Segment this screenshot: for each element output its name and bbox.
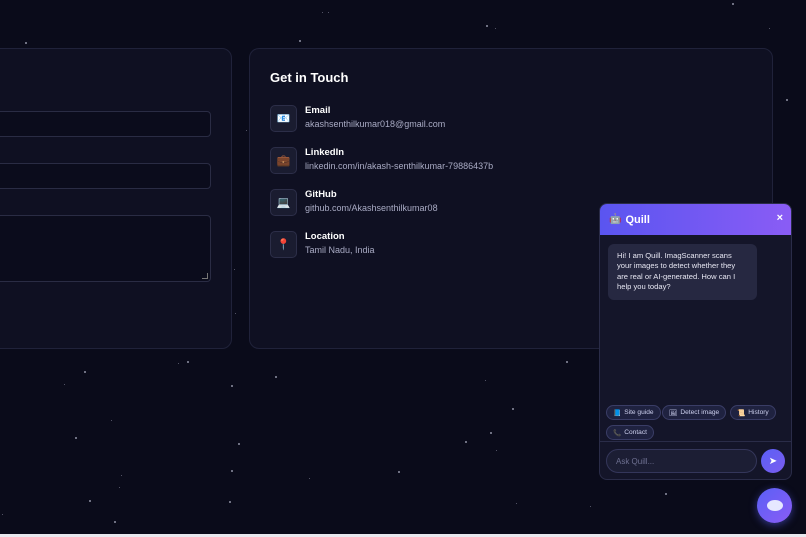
chip-label: Contact <box>624 429 647 436</box>
name-input[interactable] <box>0 111 211 137</box>
contact-label: Location <box>305 231 345 242</box>
history-icon: 📜 <box>737 409 746 417</box>
chip-label: Site guide <box>624 409 654 416</box>
location-pin-icon: 📍 <box>270 231 297 258</box>
guide-icon: 📘 <box>613 409 622 417</box>
chat-bubble-icon <box>766 500 783 511</box>
chip-contact[interactable]: 📞 Contact <box>606 425 654 440</box>
divider <box>600 441 791 442</box>
chip-history[interactable]: 📜 History <box>730 405 776 420</box>
contact-value: Tamil Nadu, India <box>305 245 375 255</box>
send-button[interactable]: ➤ <box>761 449 785 473</box>
chat-widget: 🤖 Quill × Hi! I am Quill. ImagScanner sc… <box>599 203 792 480</box>
email-input[interactable] <box>0 163 211 189</box>
laptop-icon: 💻 <box>270 189 297 216</box>
chip-label: Detect image <box>680 409 720 416</box>
chat-toggle-button[interactable] <box>757 488 792 523</box>
message-textarea[interactable] <box>0 215 211 282</box>
chip-detect-image[interactable]: 🖼 Detect image <box>662 405 727 420</box>
robot-icon: 🤖 <box>609 214 622 225</box>
send-icon: ➤ <box>768 455 778 467</box>
contact-value[interactable]: akashsenthilkumar018@gmail.com <box>305 119 445 129</box>
contact-value[interactable]: linkedin.com/in/akash-senthilkumar-79886… <box>305 161 493 171</box>
briefcase-icon: 💼 <box>270 147 297 174</box>
chip-site-guide[interactable]: 📘 Site guide <box>606 405 661 420</box>
bot-message: Hi! I am Quill. ImagScanner scans your i… <box>608 244 757 300</box>
contact-label: Email <box>305 105 331 116</box>
contact-label: GitHub <box>305 189 337 200</box>
section-title: Get in Touch <box>270 70 349 85</box>
contact-item-linkedin[interactable]: 💼 LinkedIn linkedin.com/in/akash-senthil… <box>270 147 670 175</box>
contact-form-card <box>0 48 232 349</box>
image-icon: 🖼 <box>669 409 678 417</box>
close-icon[interactable]: × <box>777 212 783 224</box>
chip-label: History <box>748 409 769 416</box>
contact-value[interactable]: github.com/Akashsenthilkumar08 <box>305 203 438 213</box>
email-icon: 📧 <box>270 105 297 132</box>
contact-item-email[interactable]: 📧 Email akashsenthilkumar018@gmail.com <box>270 105 670 133</box>
phone-icon: 📞 <box>613 429 622 437</box>
chat-title: Quill <box>625 213 650 226</box>
resize-handle[interactable] <box>202 273 208 279</box>
chat-input[interactable] <box>606 449 757 473</box>
chat-header: 🤖 Quill × <box>600 204 791 235</box>
contact-label: LinkedIn <box>305 147 345 158</box>
